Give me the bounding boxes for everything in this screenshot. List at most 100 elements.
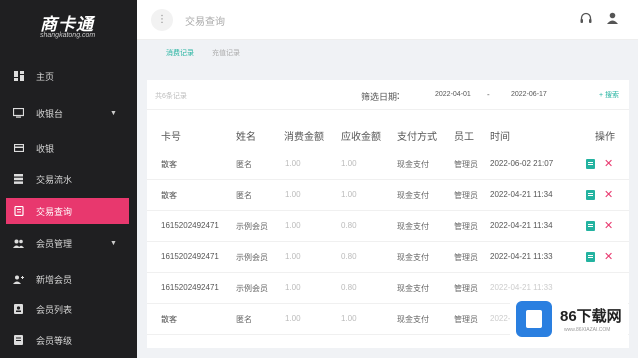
sidebar-item-query[interactable]: 交易查询 — [6, 198, 129, 224]
cell-receivable: 1.00 — [341, 314, 357, 323]
cell-card: 1615202492471 — [161, 283, 219, 292]
cell-time: 2022-04-21 11:34 — [490, 221, 553, 230]
cell-employee: 管理员 — [454, 253, 478, 262]
sidebar-item-label: 收银台 — [36, 108, 64, 119]
grade-icon — [13, 335, 24, 346]
end-date-input[interactable]: 2022-06-17 — [511, 91, 547, 98]
cell-amount: 1.00 — [285, 314, 301, 323]
date-filter-label: 筛选日期 — [361, 92, 398, 102]
sidebar-item-add-member[interactable]: 新增会员 — [0, 266, 137, 292]
sidebar-item-checkout[interactable]: 收银 — [0, 135, 137, 161]
edit-icon[interactable] — [586, 190, 595, 200]
sidebar-item-label: 交易查询 — [36, 206, 73, 217]
sidebar-item-label: 会员等级 — [36, 335, 73, 346]
edit-icon[interactable] — [586, 159, 595, 169]
cell-receivable: 0.80 — [341, 283, 357, 292]
sidebar-item-label: 会员列表 — [36, 304, 73, 315]
watermark-text: 86下载网 — [560, 308, 622, 325]
date-filter-colon: ： — [396, 91, 406, 101]
sidebar-item-member-list[interactable]: 会员列表 — [0, 296, 137, 322]
cell-payment: 现金支付 — [397, 253, 429, 262]
cell-amount: 1.00 — [285, 283, 301, 292]
cell-receivable: 1.00 — [341, 190, 357, 199]
cell-card: 1615202492471 — [161, 221, 219, 230]
menu-toggle-icon[interactable]: ⋮ — [151, 9, 173, 31]
cell-time: 2022-04-21 11:33 — [490, 283, 553, 292]
sidebar-item-transactions[interactable]: 交易流水 — [0, 166, 137, 192]
tab-consumption[interactable]: 消费记录 — [166, 48, 194, 58]
column-header-receivable: 应收金额 — [341, 132, 381, 143]
cell-receivable: 1.00 — [341, 159, 357, 168]
cell-payment: 现金支付 — [397, 222, 429, 231]
delete-icon[interactable]: ✕ — [604, 157, 613, 170]
cell-card: 散客 — [161, 315, 177, 324]
watermark: 86下载网 www.86XIAZAI.COM — [510, 295, 628, 345]
sidebar-item-members[interactable]: 会员管理 ▼ — [0, 230, 137, 256]
cell-amount: 1.00 — [285, 221, 301, 230]
date-range-separator: - — [487, 90, 490, 99]
sidebar-item-label: 交易流水 — [36, 174, 73, 185]
edit-icon[interactable] — [586, 221, 595, 231]
column-header-payment: 支付方式 — [397, 132, 437, 143]
card-icon — [13, 143, 24, 154]
cell-amount: 1.00 — [285, 159, 301, 168]
cell-name: 示例会员 — [236, 253, 268, 262]
cell-card: 散客 — [161, 160, 177, 169]
sidebar-item-label: 新增会员 — [36, 274, 73, 285]
cell-card: 散客 — [161, 191, 177, 200]
record-count: 共6条记录 — [155, 93, 187, 100]
cell-time: 2022-04-21 11:33 — [490, 252, 553, 261]
start-date-input[interactable]: 2022-04-01 — [435, 91, 471, 98]
sidebar-item-label: 收银 — [36, 143, 55, 154]
headset-icon[interactable] — [580, 12, 592, 26]
user-icon[interactable] — [607, 12, 619, 26]
cell-name: 示例会员 — [236, 222, 268, 231]
watermark-url: www.86XIAZAI.COM — [564, 327, 611, 333]
table-row: 散客 匿名 1.00 1.00 现金支付 管理员 2022-04-21 11:3… — [147, 180, 629, 211]
delete-icon[interactable]: ✕ — [604, 219, 613, 232]
receipt-icon — [13, 206, 24, 217]
logo[interactable]: 商卡通 shangkatong.com — [0, 0, 137, 52]
sidebar-item-cashier[interactable]: 收银台 ▼ — [0, 100, 137, 126]
users-icon — [13, 238, 24, 249]
top-header: ⋮ 交易查询 — [137, 0, 638, 40]
tab-recharge[interactable]: 充值记录 — [212, 48, 240, 58]
table-row: 1615202492471 示例会员 1.00 0.80 现金支付 管理员 20… — [147, 242, 629, 273]
list-icon — [13, 174, 24, 185]
table-row: 散客 匿名 1.00 1.00 现金支付 管理员 2022-06-02 21:0… — [147, 149, 629, 180]
sidebar: 商卡通 shangkatong.com 主页 收银台 ▼ 收银 交易流水 交易查… — [0, 0, 137, 358]
search-button[interactable]: + 搜索 — [599, 90, 619, 100]
cell-name: 示例会员 — [236, 284, 268, 293]
cell-employee: 管理员 — [454, 284, 478, 293]
id-card-icon — [13, 304, 24, 315]
cell-time: 2022-06-02 21:07 — [490, 159, 554, 168]
sidebar-item-member-grade[interactable]: 会员等级 — [0, 327, 137, 353]
dashboard-icon — [13, 71, 24, 82]
edit-icon[interactable] — [586, 252, 595, 262]
cell-card: 1615202492471 — [161, 252, 219, 261]
delete-icon[interactable]: ✕ — [604, 250, 613, 263]
cell-employee: 管理员 — [454, 160, 478, 169]
page-title: 交易查询 — [185, 17, 225, 28]
cell-payment: 现金支付 — [397, 284, 429, 293]
monitor-icon — [13, 108, 24, 119]
sidebar-item-label: 会员管理 — [36, 238, 73, 249]
table-row: 1615202492471 示例会员 1.00 0.80 现金支付 管理员 20… — [147, 211, 629, 242]
column-header-actions: 操作 — [595, 132, 615, 143]
cell-name: 匿名 — [236, 191, 252, 200]
delete-icon[interactable]: ✕ — [604, 188, 613, 201]
cell-amount: 1.00 — [285, 190, 301, 199]
cell-receivable: 0.80 — [341, 252, 357, 261]
sidebar-item-home[interactable]: 主页 — [0, 63, 137, 89]
cell-name: 匿名 — [236, 160, 252, 169]
sidebar-item-label: 主页 — [36, 71, 55, 82]
cell-employee: 管理员 — [454, 191, 478, 200]
cell-payment: 现金支付 — [397, 160, 429, 169]
cell-name: 匿名 — [236, 315, 252, 324]
cell-amount: 1.00 — [285, 252, 301, 261]
column-header-name: 姓名 — [236, 132, 256, 143]
user-add-icon — [13, 274, 24, 285]
chevron-down-icon: ▼ — [110, 239, 117, 247]
cell-payment: 现金支付 — [397, 315, 429, 324]
chevron-down-icon: ▼ — [110, 109, 117, 117]
